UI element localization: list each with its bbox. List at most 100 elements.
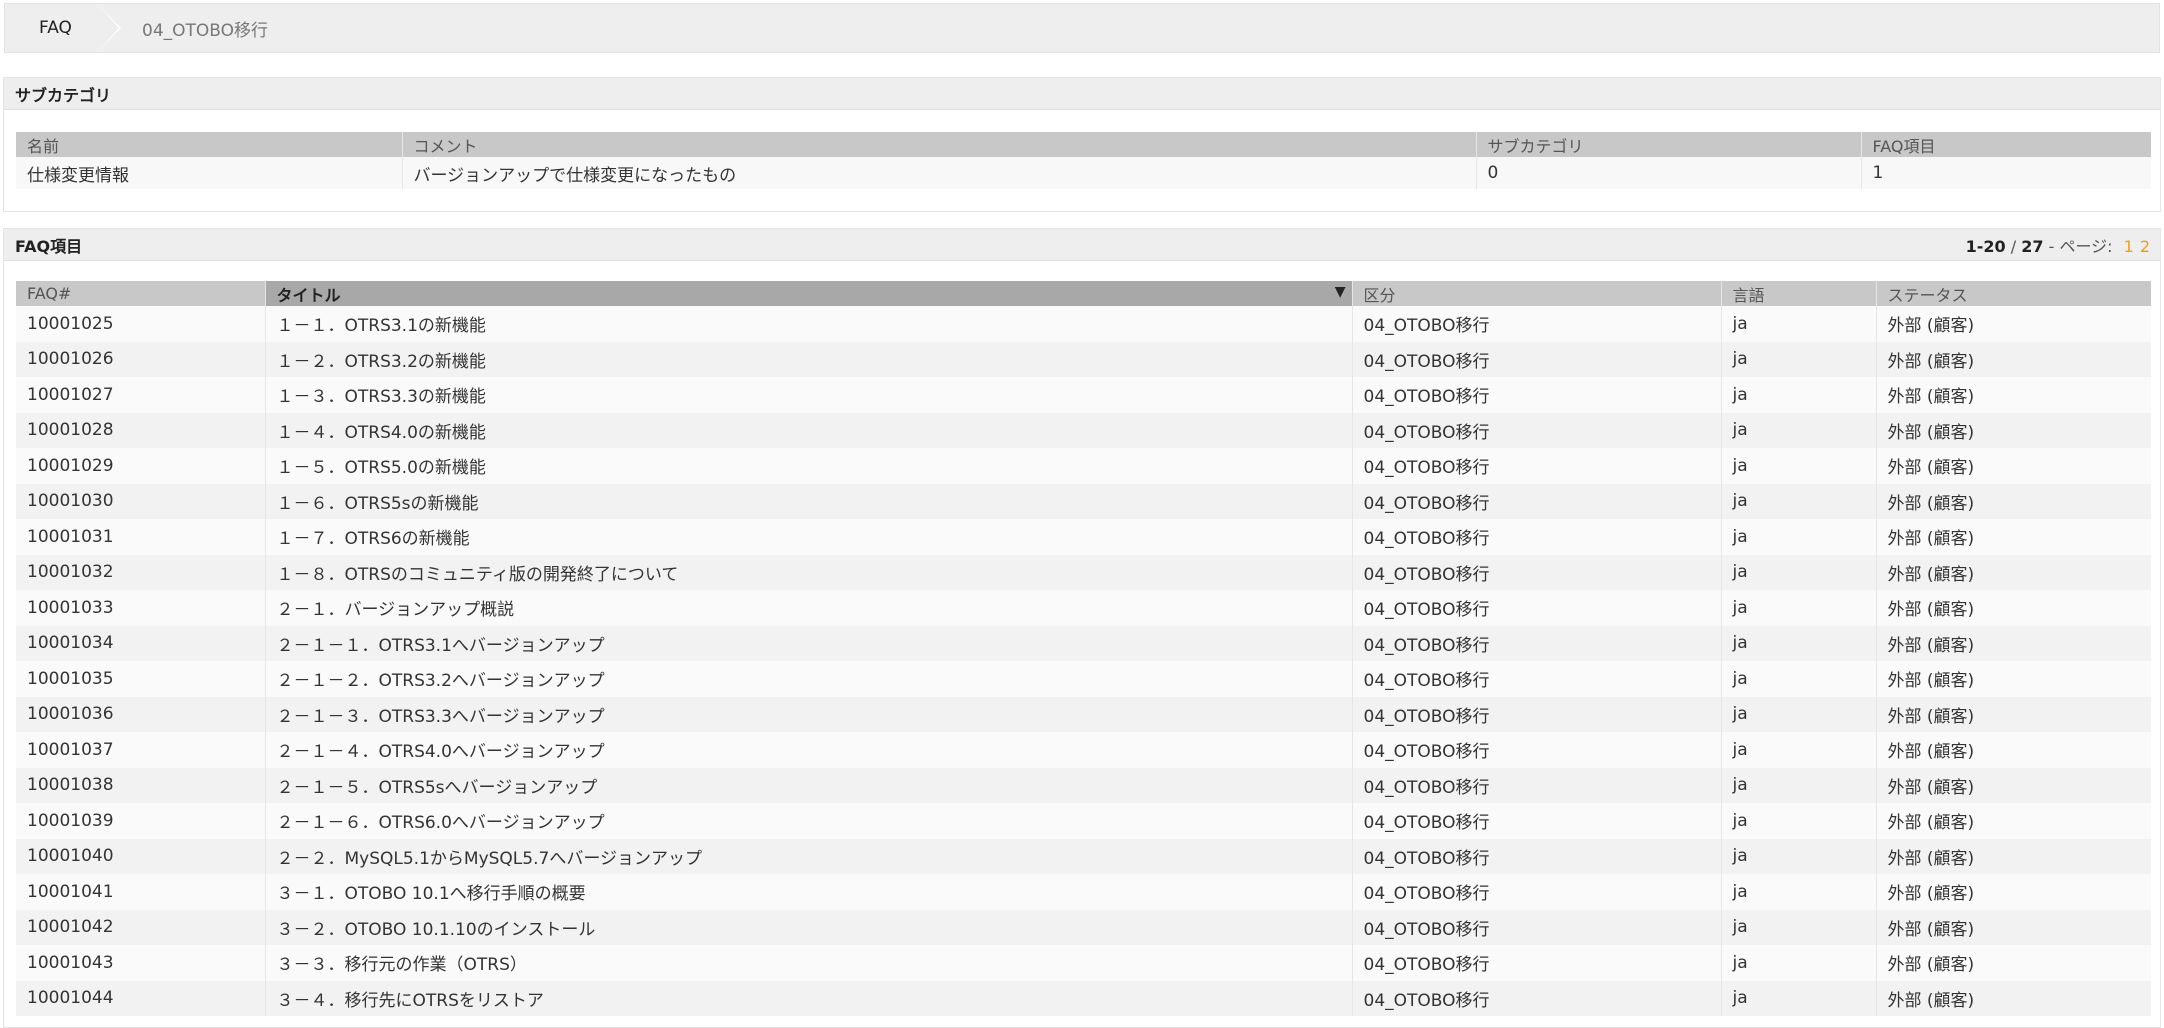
faq-number-cell[interactable]: 10001042: [16, 909, 265, 945]
faq-status-cell[interactable]: 外部 (顧客): [1875, 838, 2151, 874]
faq-status-cell[interactable]: 外部 (顧客): [1875, 767, 2151, 803]
faq-table-row[interactable]: 10001037 ２－１－４．OTRS4.0へバージョンアップ 04_OTOBO移行…: [16, 732, 2151, 768]
faq-title-cell[interactable]: １－５．OTRS5.0の新機能: [264, 448, 1352, 484]
faq-number-cell[interactable]: 10001029: [16, 448, 265, 484]
faq-title-cell[interactable]: ３－１．OTOBO 10.1へ移行手順の概要: [264, 874, 1352, 910]
faq-category-cell[interactable]: 04_OTOBO移行: [1351, 661, 1721, 697]
faq-category-cell[interactable]: 04_OTOBO移行: [1351, 696, 1721, 732]
faq-table-row[interactable]: 10001029 １－５．OTRS5.0の新機能 04_OTOBO移行 ja 外部 (顧…: [16, 448, 2151, 484]
faq-number-cell[interactable]: 10001037: [16, 732, 265, 768]
faq-number-cell[interactable]: 10001040: [16, 838, 265, 874]
faq-language-cell[interactable]: ja: [1720, 874, 1876, 910]
faq-language-cell[interactable]: ja: [1720, 590, 1876, 626]
faq-category-cell[interactable]: 04_OTOBO移行: [1351, 838, 1721, 874]
faq-status-cell[interactable]: 外部 (顧客): [1875, 306, 2151, 342]
faq-status-cell[interactable]: 外部 (顧客): [1875, 412, 2151, 448]
faq-category-cell[interactable]: 04_OTOBO移行: [1351, 483, 1721, 519]
faq-category-cell[interactable]: 04_OTOBO移行: [1351, 767, 1721, 803]
page-link-1[interactable]: 1: [2124, 237, 2134, 256]
faq-table-row[interactable]: 10001026 １－２．OTRS3.2の新機能 04_OTOBO移行 ja 外部 (顧…: [16, 341, 2151, 377]
faq-table-row[interactable]: 10001042 ３－２．OTOBO 10.1.10のインストール 04_OTOBO…: [16, 909, 2151, 945]
subcategory-name[interactable]: 仕様変更情報: [16, 157, 402, 189]
faq-number-cell[interactable]: 10001043: [16, 945, 265, 981]
column-header-faq-number[interactable]: FAQ#: [16, 281, 265, 306]
faq-status-cell[interactable]: 外部 (顧客): [1875, 874, 2151, 910]
faq-status-cell[interactable]: 外部 (顧客): [1875, 377, 2151, 413]
faq-number-cell[interactable]: 10001035: [16, 661, 265, 697]
faq-category-cell[interactable]: 04_OTOBO移行: [1351, 803, 1721, 839]
faq-language-cell[interactable]: ja: [1720, 306, 1876, 342]
breadcrumb-label[interactable]: FAQ: [39, 18, 72, 38]
faq-number-cell[interactable]: 10001025: [16, 306, 265, 342]
subcategory-count[interactable]: 0: [1475, 157, 1861, 189]
faq-number-cell[interactable]: 10001031: [16, 519, 265, 555]
faq-table-row[interactable]: 10001035 ２－１－２．OTRS3.2へバージョンアップ 04_OTOBO移行…: [16, 661, 2151, 697]
column-header-comment[interactable]: コメント: [401, 132, 1476, 157]
faq-title-cell[interactable]: ２－１－２．OTRS3.2へバージョンアップ: [264, 661, 1352, 697]
faq-title-cell[interactable]: ２－１－４．OTRS4.0へバージョンアップ: [264, 732, 1352, 768]
faq-category-cell[interactable]: 04_OTOBO移行: [1351, 341, 1721, 377]
faq-status-cell[interactable]: 外部 (顧客): [1875, 803, 2151, 839]
faq-status-cell[interactable]: 外部 (顧客): [1875, 980, 2151, 1016]
column-header-category[interactable]: 区分: [1351, 281, 1721, 306]
faq-table-row[interactable]: 10001034 ２－１－１．OTRS3.1へバージョンアップ 04_OTOBO移行…: [16, 625, 2151, 661]
faq-status-cell[interactable]: 外部 (顧客): [1875, 909, 2151, 945]
faq-table-row[interactable]: 10001041 ３－１．OTOBO 10.1へ移行手順の概要 04_OTOBO移行…: [16, 874, 2151, 910]
faq-language-cell[interactable]: ja: [1720, 980, 1876, 1016]
faq-language-cell[interactable]: ja: [1720, 803, 1876, 839]
faq-category-cell[interactable]: 04_OTOBO移行: [1351, 519, 1721, 555]
faq-number-cell[interactable]: 10001044: [16, 980, 265, 1016]
faq-table-row[interactable]: 10001028 １－４．OTRS4.0の新機能 04_OTOBO移行 ja 外部 (顧…: [16, 412, 2151, 448]
column-header-title-label[interactable]: タイトル: [277, 286, 341, 305]
faq-table-row[interactable]: 10001032 １－８．OTRSのコミュニティ版の開発終了について 04_OTOB…: [16, 554, 2151, 590]
faq-category-cell[interactable]: 04_OTOBO移行: [1351, 306, 1721, 342]
faq-title-cell[interactable]: １－２．OTRS3.2の新機能: [264, 341, 1352, 377]
faq-status-cell[interactable]: 外部 (顧客): [1875, 590, 2151, 626]
faq-title-cell[interactable]: ２－１－６．OTRS6.0へバージョンアップ: [264, 803, 1352, 839]
faq-table-row[interactable]: 10001038 ２－１－５．OTRS5sへバージョンアップ 04_OTOBO移行 j…: [16, 767, 2151, 803]
faq-category-cell[interactable]: 04_OTOBO移行: [1351, 448, 1721, 484]
faq-title-cell[interactable]: １－７．OTRS6の新機能: [264, 519, 1352, 555]
faq-number-cell[interactable]: 10001034: [16, 625, 265, 661]
column-header-language[interactable]: 言語: [1720, 281, 1876, 306]
faq-number-cell[interactable]: 10001030: [16, 483, 265, 519]
faq-status-cell[interactable]: 外部 (顧客): [1875, 341, 2151, 377]
subcategory-faq-count[interactable]: 1: [1860, 157, 2151, 189]
faq-language-cell[interactable]: ja: [1720, 483, 1876, 519]
faq-title-cell[interactable]: １－６．OTRS5sの新機能: [264, 483, 1352, 519]
faq-number-cell[interactable]: 10001032: [16, 554, 265, 590]
faq-title-cell[interactable]: １－４．OTRS4.0の新機能: [264, 412, 1352, 448]
faq-category-cell[interactable]: 04_OTOBO移行: [1351, 874, 1721, 910]
faq-language-cell[interactable]: ja: [1720, 412, 1876, 448]
faq-table-row[interactable]: 10001040 ２－２．MySQL5.1からMySQL5.7へバージョンアップ 0…: [16, 838, 2151, 874]
faq-language-cell[interactable]: ja: [1720, 838, 1876, 874]
faq-title-cell[interactable]: ２－２．MySQL5.1からMySQL5.7へバージョンアップ: [264, 838, 1352, 874]
faq-category-cell[interactable]: 04_OTOBO移行: [1351, 554, 1721, 590]
faq-number-cell[interactable]: 10001041: [16, 874, 265, 910]
faq-status-cell[interactable]: 外部 (顧客): [1875, 625, 2151, 661]
faq-title-cell[interactable]: ３－２．OTOBO 10.1.10のインストール: [264, 909, 1352, 945]
faq-number-cell[interactable]: 10001039: [16, 803, 265, 839]
faq-language-cell[interactable]: ja: [1720, 696, 1876, 732]
faq-table-row[interactable]: 10001031 １－７．OTRS6の新機能 04_OTOBO移行 ja 外部 (顧客): [16, 519, 2151, 555]
faq-language-cell[interactable]: ja: [1720, 341, 1876, 377]
faq-status-cell[interactable]: 外部 (顧客): [1875, 696, 2151, 732]
faq-title-cell[interactable]: ３－４．移行先にOTRSをリストア: [264, 980, 1352, 1016]
faq-status-cell[interactable]: 外部 (顧客): [1875, 483, 2151, 519]
faq-category-cell[interactable]: 04_OTOBO移行: [1351, 909, 1721, 945]
faq-number-cell[interactable]: 10001028: [16, 412, 265, 448]
faq-number-cell[interactable]: 10001038: [16, 767, 265, 803]
faq-table-row[interactable]: 10001036 ２－１－３．OTRS3.3へバージョンアップ 04_OTOBO移行…: [16, 696, 2151, 732]
faq-category-cell[interactable]: 04_OTOBO移行: [1351, 732, 1721, 768]
faq-language-cell[interactable]: ja: [1720, 377, 1876, 413]
faq-language-cell[interactable]: ja: [1720, 909, 1876, 945]
faq-title-cell[interactable]: １－３．OTRS3.3の新機能: [264, 377, 1352, 413]
column-header-name[interactable]: 名前: [16, 132, 402, 157]
faq-status-cell[interactable]: 外部 (顧客): [1875, 519, 2151, 555]
faq-language-cell[interactable]: ja: [1720, 448, 1876, 484]
breadcrumb-item-faq[interactable]: FAQ: [5, 4, 121, 52]
faq-title-cell[interactable]: ２－１－１．OTRS3.1へバージョンアップ: [264, 625, 1352, 661]
faq-title-cell[interactable]: １－１．OTRS3.1の新機能: [264, 306, 1352, 342]
faq-status-cell[interactable]: 外部 (顧客): [1875, 554, 2151, 590]
faq-language-cell[interactable]: ja: [1720, 519, 1876, 555]
